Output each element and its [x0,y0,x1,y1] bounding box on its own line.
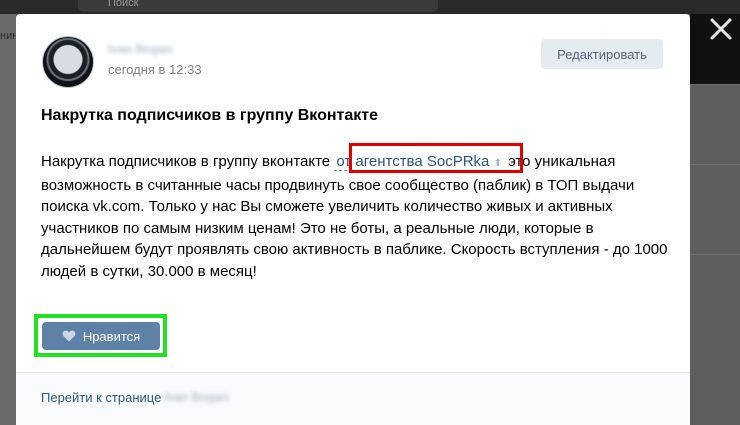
post-body-rest: это уникальная возможность в считанные ч… [41,153,668,280]
avatar[interactable] [42,36,94,88]
close-icon[interactable] [706,14,736,44]
background-search-placeholder: Поиск [108,0,139,9]
post-timestamp[interactable]: сегодня в 12:33 [108,62,202,77]
like-label: Нравится [82,328,141,344]
post-modal: Ivan Bogan сегодня в 12:33 Редактировать… [16,14,690,425]
edit-button[interactable]: Редактировать [541,39,663,69]
background-search-bar: Поиск [78,0,438,12]
heart-icon [62,330,76,342]
post-body-intro: Накрутка подписчиков в группу вконтакте [41,153,335,170]
agency-link-text[interactable]: от агентства SocPRka [336,153,489,170]
background-page-left [0,14,16,425]
like-button[interactable]: Нравится [42,322,160,350]
author-name[interactable]: Ivan Bogan [108,42,173,56]
post-title: Накрутка подписчиков в группу Вконтакте [41,107,378,124]
agency-link[interactable]: от агентства SocPRka ⬆ [334,153,504,171]
footer-page-name[interactable]: Ivan Bogan [164,390,229,404]
modal-footer: Перейти к странице Ivan Bogan [16,372,690,425]
post-body: Накрутка подписчиков в группу вконтакте … [41,151,671,282]
go-to-page-link[interactable]: Перейти к странице [41,390,161,405]
arrow-up-icon: ⬆ [493,158,502,169]
